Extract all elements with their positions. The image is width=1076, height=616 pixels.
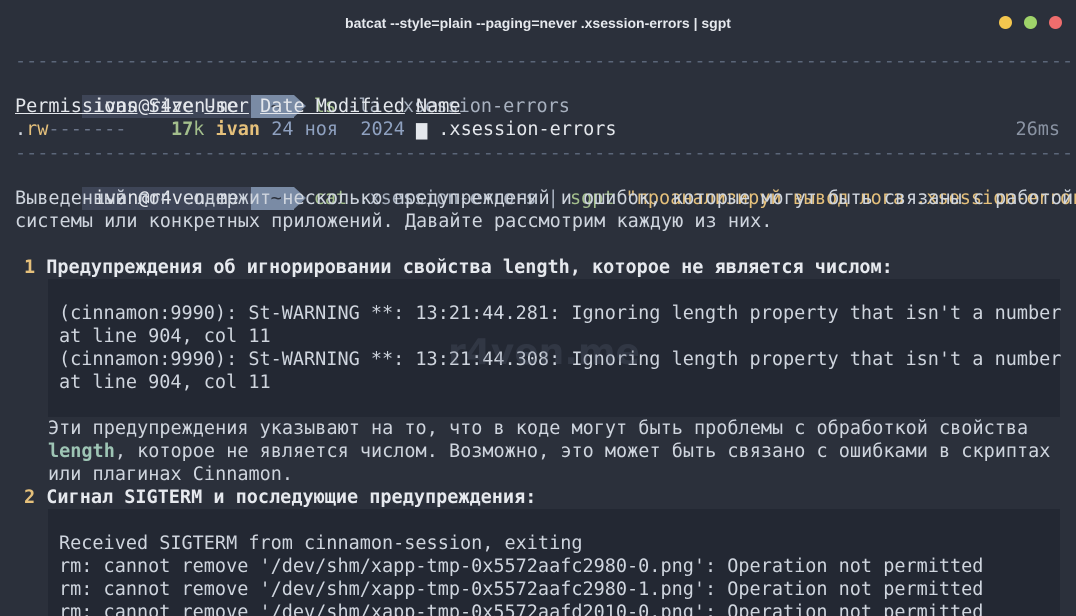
terminal-window: batcat --style=plain --paging=never .xse… (0, 0, 1076, 616)
prompt-line: ivan@r4ven-me ~ ls -la .xsession-errors (15, 72, 570, 118)
item2-number: 2 (24, 487, 36, 508)
item1-number: 1 (24, 257, 36, 278)
perm-rw: rw (26, 119, 49, 140)
item1-heading: 1 Предупреждения об игнорировании свойст… (24, 256, 893, 279)
size-number: 17 (170, 119, 194, 140)
file-icon: ▆ (416, 119, 428, 140)
item1-code-line: at line 904, col 11 (59, 372, 271, 393)
col-permissions: Permissions (15, 96, 138, 117)
separator-line: ----------------------------------------… (15, 143, 1076, 164)
item2-code-line: rm: cannot remove '/dev/shm/xapp-tmp-0x5… (59, 579, 984, 600)
file-date: 24 ноя 2024 (271, 119, 405, 140)
perm-prefix: . (15, 119, 27, 140)
item1-code-line: (cinnamon:9990): St-WARNING **: 13:21:44… (59, 303, 1062, 324)
item1-code-line: (cinnamon:9990): St-WARNING **: 13:21:44… (59, 349, 1062, 370)
window-controls (999, 16, 1062, 30)
item1-text-line2: length, которое не является числом. Возм… (48, 440, 1050, 463)
col-user: User (204, 96, 249, 117)
window-title: batcat --style=plain --paging=never .xse… (345, 15, 731, 31)
separator-line: ----------------------------------------… (15, 51, 1076, 72)
ls-row: .rw------- 17k ivan 24 ноя 2024 ▆ .xsess… (15, 118, 1060, 141)
close-button[interactable] (1049, 16, 1062, 29)
item2-title: Сигнал SIGTERM и последующие предупрежде… (46, 487, 537, 508)
window-titlebar[interactable]: batcat --style=plain --paging=never .xse… (0, 0, 1076, 46)
item1-title: Предупреждения об игнорировании свойства… (46, 257, 893, 278)
item1-code-line: at line 904, col 11 (59, 326, 271, 347)
item2-code-line: Received SIGTERM from cinnamon-session, … (59, 533, 583, 554)
item1-text-line3: или плагинах Cinnamon. (48, 464, 294, 485)
file-user: ivan (215, 119, 261, 140)
item1-text-rest: , которое не является числом. Возможно, … (114, 441, 1051, 462)
col-date: Date Modified (260, 96, 405, 117)
perm-rest: ------- (48, 119, 127, 140)
inline-code-length: length (48, 441, 115, 462)
maximize-button[interactable] (1024, 16, 1037, 29)
answer-intro-line1: Выведенный лог содержит несколько предуп… (15, 188, 1074, 209)
ls-header: Permissions Size User Date Modified Name (15, 95, 461, 118)
command-duration: 26ms (1015, 119, 1060, 140)
col-size: Size (148, 96, 194, 117)
terminal-output[interactable]: ----------------------------------------… (0, 46, 1076, 616)
col-name: Name (416, 96, 461, 117)
answer-intro-line2: системы или конкретных приложений. Давай… (15, 211, 773, 232)
item2-heading: 2 Сигнал SIGTERM и последующие предупреж… (24, 486, 536, 509)
size-unit: k (193, 119, 205, 140)
item2-code-line: rm: cannot remove '/dev/shm/xapp-tmp-0x5… (59, 602, 984, 616)
prompt-line: ivan@r4ven-me ~ cat .xsession-errors | sgp… (15, 164, 1076, 210)
minimize-button[interactable] (999, 16, 1012, 29)
file-name[interactable]: .xsession-errors (438, 119, 616, 140)
item1-text-line1: Эти предупреждения указывают на то, что … (48, 418, 1029, 439)
item2-code-line: rm: cannot remove '/dev/shm/xapp-tmp-0x5… (59, 556, 984, 577)
